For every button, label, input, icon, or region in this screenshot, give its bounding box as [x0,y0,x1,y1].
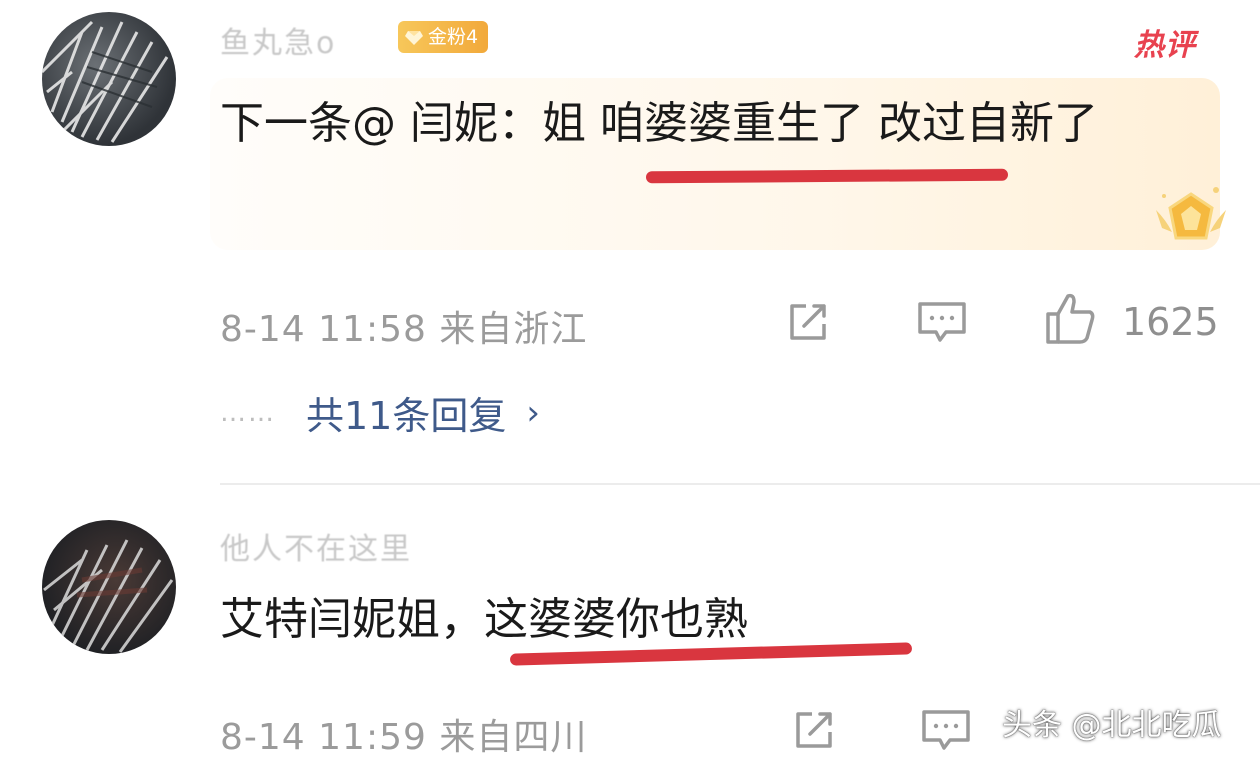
username[interactable]: 他人不在这里 [220,524,412,568]
reply-button[interactable] [914,294,970,350]
fan-badge: 金粉4 [398,21,489,53]
comment-divider [220,483,1260,485]
share-button[interactable] [780,294,836,350]
username[interactable]: 鱼丸急o [220,18,336,62]
hot-comment-label: 热评 [1134,28,1196,63]
avatar-scribble-mask [43,539,174,653]
share-button[interactable] [786,702,842,758]
chevron-right-icon: › [526,392,540,433]
avatar-scribble-mask [42,20,169,143]
avatar[interactable] [42,520,176,654]
comment-icon [918,302,966,342]
share-icon [796,712,832,748]
share-icon [790,304,826,340]
medal-icon [1156,187,1226,240]
view-replies-link[interactable]: …… 共11条回复 › [220,385,540,440]
avatar[interactable] [42,12,176,146]
badge-label: 金粉4 [428,26,479,48]
like-button[interactable] [1042,290,1098,346]
replies-dots: …… [220,397,276,428]
comment-meta: 8-14 11:58 来自浙江 [220,309,588,350]
thumbs-up-icon [1046,293,1095,344]
comment-text: 下一条@ 闫妮：姐 咱婆婆重生了 改过自新了 [220,98,1098,149]
watermark: 头条 @北北吃瓜 [1002,708,1222,743]
comment-icon [922,710,970,750]
red-underline [645,168,1009,184]
comment-text: 艾特闫妮姐，这婆婆你也熟 [220,594,748,645]
comment-item: 鱼丸急o 金粉4 热评 下一条@ 闫妮：姐 咱婆婆重生了 改过自新了 8-14 … [0,0,1260,470]
gem-icon [405,31,423,45]
replies-count-label[interactable]: 共11条回复 [306,385,506,440]
reply-button[interactable] [918,702,974,758]
like-count: 1625 [1122,300,1219,344]
comment-meta: 8-14 11:59 来自四川 [220,717,588,758]
